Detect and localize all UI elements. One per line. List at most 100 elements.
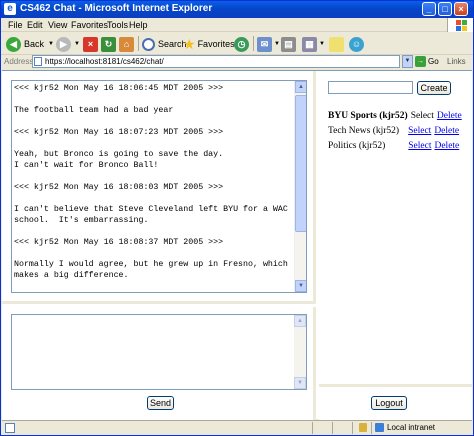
menu-favorites[interactable]: Favorites bbox=[71, 20, 108, 30]
close-button[interactable]: × bbox=[454, 2, 468, 16]
chat-messages: <<< kjr52 Mon May 16 18:06:45 MDT 2005 >… bbox=[14, 84, 288, 280]
toolbar-separator bbox=[253, 36, 254, 51]
room-row: Politics (kjr52) Select Delete bbox=[328, 138, 473, 153]
go-label: Go bbox=[428, 57, 439, 66]
back-button[interactable]: ◀ Back ▼ bbox=[6, 35, 54, 53]
room-list: BYU Sports (kjr52) Select Delete Tech Ne… bbox=[328, 108, 473, 153]
menu-view[interactable]: View bbox=[48, 20, 67, 30]
history-button[interactable]: ◷ bbox=[234, 35, 249, 53]
page-status-icon bbox=[5, 423, 15, 433]
home-icon: ⌂ bbox=[119, 36, 134, 52]
chat-log-textarea[interactable]: <<< kjr52 Mon May 16 18:06:45 MDT 2005 >… bbox=[11, 80, 307, 293]
menu-tools[interactable]: Tools bbox=[107, 20, 128, 30]
address-bar: Address https://localhost:8181/cs462/cha… bbox=[1, 55, 473, 69]
select-room-label: Select bbox=[410, 110, 434, 121]
message-frame: ▲ ▼ Send bbox=[2, 307, 316, 420]
page-icon bbox=[34, 57, 42, 66]
go-arrow-icon: → bbox=[415, 56, 426, 67]
logout-button[interactable]: Logout bbox=[371, 396, 407, 410]
room-row: Tech News (kjr52) Select Delete bbox=[328, 123, 473, 138]
scroll-up-arrow-icon[interactable]: ▲ bbox=[294, 315, 306, 327]
edit-dropdown-icon[interactable]: ▼ bbox=[319, 41, 325, 47]
favorites-star-icon: ★ bbox=[183, 35, 196, 52]
forward-dropdown-icon[interactable]: ▼ bbox=[74, 41, 80, 47]
home-button[interactable]: ⌂ bbox=[119, 35, 134, 53]
message-input[interactable] bbox=[11, 314, 307, 390]
favorites-button[interactable]: ★ Favorites bbox=[183, 35, 235, 53]
message-scrollbar[interactable]: ▲ ▼ bbox=[294, 315, 306, 389]
menu-help[interactable]: Help bbox=[129, 20, 148, 30]
new-room-input[interactable] bbox=[328, 81, 413, 94]
zone-label: Local intranet bbox=[387, 423, 436, 432]
ie-icon[interactable]: e bbox=[4, 3, 16, 15]
menu-edit[interactable]: Edit bbox=[27, 20, 43, 30]
print-button[interactable]: ▤ bbox=[281, 35, 296, 53]
scroll-up-arrow-icon[interactable]: ▲ bbox=[295, 81, 306, 93]
scroll-down-arrow-icon[interactable]: ▼ bbox=[294, 377, 306, 389]
stop-button[interactable]: × bbox=[83, 35, 98, 53]
address-input[interactable]: https://localhost:8181/cs462/chat/ bbox=[32, 55, 400, 68]
status-bar: Local intranet bbox=[2, 420, 472, 435]
maximize-button[interactable]: □ bbox=[438, 2, 452, 16]
status-pane-divider bbox=[352, 422, 353, 434]
mail-button[interactable]: ✉ ▼ bbox=[257, 35, 280, 53]
chat-frame: <<< kjr52 Mon May 16 18:06:45 MDT 2005 >… bbox=[2, 71, 316, 304]
scroll-down-arrow-icon[interactable]: ▼ bbox=[295, 280, 306, 292]
delete-room-link[interactable]: Delete bbox=[434, 126, 459, 136]
history-icon: ◷ bbox=[234, 36, 249, 52]
toolbar-separator bbox=[138, 36, 139, 51]
page-content: <<< kjr52 Mon May 16 18:06:45 MDT 2005 >… bbox=[2, 70, 472, 420]
intranet-icon bbox=[375, 423, 384, 432]
room-name: Politics (kjr52) bbox=[328, 140, 386, 151]
address-label: Address bbox=[4, 57, 34, 66]
refresh-button[interactable]: ↻ bbox=[101, 35, 116, 53]
mail-icon: ✉ bbox=[257, 36, 272, 52]
minimize-button[interactable]: _ bbox=[422, 2, 436, 16]
search-icon bbox=[142, 37, 155, 51]
rooms-frame: Create BYU Sports (kjr52) Select Delete … bbox=[319, 71, 472, 387]
lock-icon bbox=[359, 423, 367, 432]
windows-logo-icon bbox=[447, 18, 473, 32]
messenger-button[interactable]: ☺ bbox=[349, 35, 364, 53]
status-pane-divider bbox=[371, 422, 372, 434]
status-pane-divider bbox=[312, 422, 313, 434]
stop-icon: × bbox=[83, 36, 98, 52]
logout-frame: Logout bbox=[319, 390, 472, 420]
window-title: CS462 Chat - Microsoft Internet Explorer bbox=[20, 3, 213, 14]
address-dropdown-icon[interactable]: ▼ bbox=[402, 55, 413, 68]
refresh-icon: ↻ bbox=[101, 36, 116, 52]
go-button[interactable]: → Go bbox=[415, 56, 439, 67]
send-button[interactable]: Send bbox=[147, 396, 174, 410]
create-button[interactable]: Create bbox=[417, 81, 451, 95]
security-zone: Local intranet bbox=[375, 423, 435, 432]
messenger-icon: ☺ bbox=[349, 36, 364, 52]
back-label: Back bbox=[24, 39, 45, 49]
back-dropdown-icon[interactable]: ▼ bbox=[48, 41, 54, 47]
edit-button[interactable]: ▦ ▼ bbox=[302, 35, 325, 53]
chat-scrollbar[interactable]: ▲ ▼ bbox=[294, 81, 306, 292]
room-row: BYU Sports (kjr52) Select Delete bbox=[328, 108, 473, 123]
back-arrow-icon: ◀ bbox=[6, 36, 21, 52]
delete-room-link[interactable]: Delete bbox=[434, 141, 459, 151]
toolbar: ◀ Back ▼ ▶ ▼ × ↻ ⌂ Search ★ Favorites ◷ bbox=[1, 32, 473, 55]
menu-file[interactable]: File bbox=[8, 20, 23, 30]
forward-button[interactable]: ▶ ▼ bbox=[56, 35, 80, 53]
title-bar: e CS462 Chat - Microsoft Internet Explor… bbox=[1, 1, 473, 18]
delete-room-link[interactable]: Delete bbox=[437, 111, 462, 121]
mail-dropdown-icon[interactable]: ▼ bbox=[274, 41, 280, 47]
favorites-label: Favorites bbox=[197, 39, 235, 49]
room-name: BYU Sports (kjr52) bbox=[328, 110, 408, 121]
discuss-icon bbox=[329, 36, 344, 52]
forward-arrow-icon: ▶ bbox=[56, 36, 71, 52]
scrollbar-thumb[interactable] bbox=[295, 95, 306, 232]
select-room-link[interactable]: Select bbox=[408, 126, 431, 136]
select-room-link[interactable]: Select bbox=[408, 141, 431, 151]
edit-icon: ▦ bbox=[302, 36, 317, 52]
status-pane-divider bbox=[332, 422, 333, 434]
room-name: Tech News (kjr52) bbox=[328, 125, 400, 136]
menu-bar: File Edit View Favorites Tools Help bbox=[1, 18, 473, 32]
search-button[interactable]: Search bbox=[142, 35, 187, 53]
print-icon: ▤ bbox=[281, 36, 296, 52]
links-button[interactable]: Links bbox=[447, 57, 466, 66]
discuss-button[interactable] bbox=[329, 35, 344, 53]
